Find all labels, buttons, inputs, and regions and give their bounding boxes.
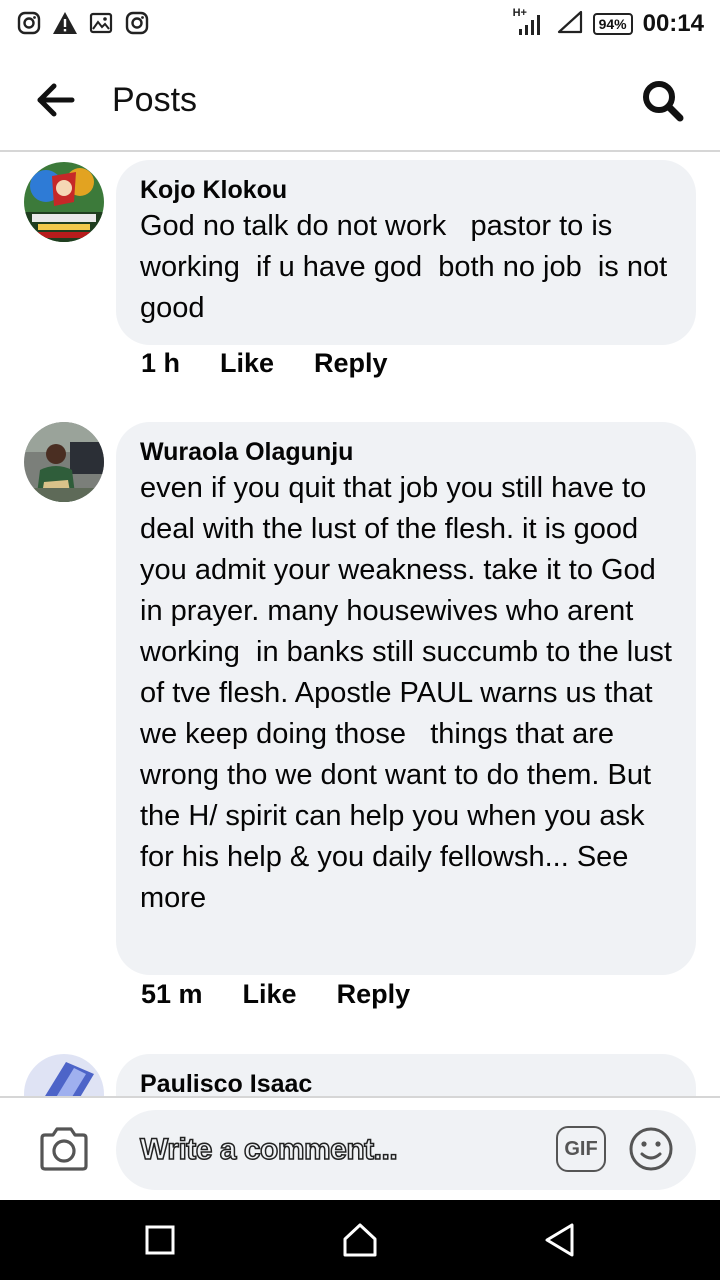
back-button[interactable] (34, 80, 78, 120)
comment-composer: Write a comment... GIF (0, 1096, 720, 1200)
notification-icons (16, 10, 150, 36)
arrow-left-icon (37, 83, 75, 117)
comment-time[interactable]: 51 m (141, 979, 203, 1010)
back-nav-button[interactable] (540, 1220, 580, 1260)
comment-author[interactable]: Wuraola Olagunju (140, 436, 674, 468)
like-button[interactable]: Like (243, 979, 297, 1010)
smiley-icon (629, 1127, 673, 1171)
app-header: Posts (0, 48, 720, 152)
avatar[interactable] (24, 162, 104, 242)
instagram-icon (124, 10, 150, 36)
reply-button[interactable]: Reply (337, 979, 411, 1010)
clock: 00:14 (642, 10, 704, 37)
comment-actions: 1 h Like Reply (141, 348, 388, 379)
signal-icon: H+ (513, 7, 547, 37)
comment-author[interactable]: Paulisco Isaac (140, 1068, 674, 1096)
reply-button[interactable]: Reply (314, 348, 388, 379)
cell-signal-icon (557, 10, 583, 39)
comment-actions: 51 m Like Reply (141, 979, 410, 1010)
home-button[interactable] (340, 1220, 380, 1260)
comment-placeholder: Write a comment... (139, 1132, 398, 1167)
comment-bubble[interactable]: Wuraola Olagunju even if you quit that j… (116, 422, 696, 975)
comment-time[interactable]: 1 h (141, 348, 180, 379)
status-bar: H+ 94% 00:14 (0, 0, 720, 48)
comment-bubble[interactable]: Paulisco Isaac (116, 1054, 696, 1096)
alert-icon (52, 10, 78, 36)
battery-indicator: 94% (592, 13, 633, 35)
avatar[interactable] (24, 422, 104, 502)
triangle-back-icon (545, 1223, 574, 1257)
comment-text: God no talk do not work pastor to is wor… (140, 210, 684, 324)
search-icon (643, 81, 684, 122)
comment-author[interactable]: Kojo Klokou (140, 174, 674, 206)
gif-button[interactable]: GIF (556, 1126, 606, 1172)
system-navigation-bar (0, 1200, 720, 1280)
search-button[interactable] (640, 78, 686, 124)
image-icon (88, 10, 114, 36)
comment-text: even if you quit that job you still have… (140, 472, 680, 873)
comment-bubble[interactable]: Kojo Klokou God no talk do not work past… (116, 160, 696, 345)
comment-input[interactable]: Write a comment... GIF (116, 1110, 696, 1190)
recents-button[interactable] (140, 1220, 180, 1260)
camera-button[interactable] (38, 1126, 90, 1172)
comment-text-wrapper: even if you quit that job you still have… (140, 468, 674, 919)
camera-icon (40, 1127, 88, 1171)
like-button[interactable]: Like (220, 348, 274, 379)
emoji-button[interactable] (628, 1126, 674, 1172)
instagram-icon (16, 10, 42, 36)
comments-feed[interactable]: Kojo Klokou God no talk do not work past… (0, 152, 720, 1096)
page-title: Posts (112, 81, 198, 119)
square-icon (145, 1225, 175, 1255)
avatar[interactable] (24, 1054, 104, 1096)
home-icon (343, 1223, 377, 1257)
